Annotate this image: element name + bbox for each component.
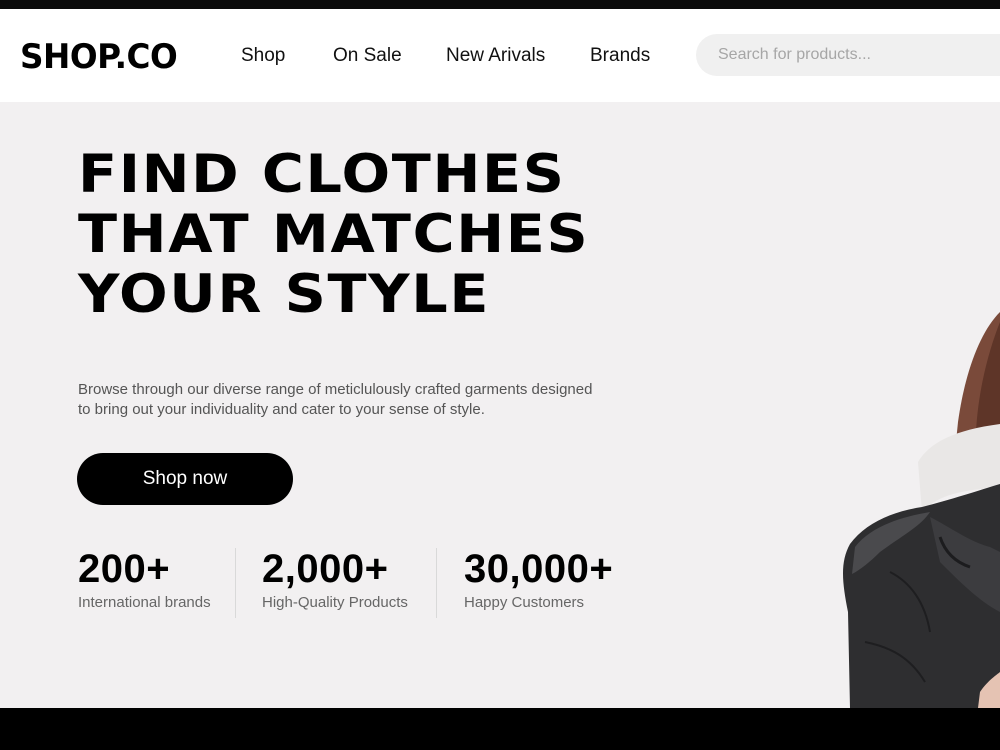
hero-headline-line: THAT MATCHES bbox=[78, 204, 590, 265]
site-logo[interactable]: SHOP.CO bbox=[20, 37, 178, 77]
nav-link-brands[interactable]: Brands bbox=[590, 44, 650, 68]
stat-international-brands: 200+ International brands bbox=[78, 546, 211, 614]
stat-divider bbox=[436, 548, 437, 618]
nav-link-shop[interactable]: Shop bbox=[241, 44, 285, 68]
stat-value: 2,000+ bbox=[262, 547, 389, 591]
hero-description-line: Browse through our diverse range of meti… bbox=[78, 381, 593, 398]
window-bottom-edge bbox=[0, 708, 1000, 750]
hero-headline-line: FIND CLOTHES bbox=[78, 144, 566, 205]
site-header: SHOP.CO Shop On Sale New Arivals Brands bbox=[0, 9, 1000, 102]
search-input[interactable] bbox=[696, 34, 1000, 76]
stat-divider bbox=[235, 548, 236, 618]
shop-now-button[interactable]: Shop now bbox=[77, 453, 293, 505]
stat-value: 30,000+ bbox=[464, 547, 614, 591]
stat-label: High-Quality Products bbox=[262, 594, 408, 611]
nav-link-new-arrivals[interactable]: New Arivals bbox=[446, 44, 545, 68]
hero-headline-line: YOUR STYLE bbox=[78, 264, 491, 325]
stat-value: 200+ bbox=[78, 547, 171, 591]
hero-model-image bbox=[843, 312, 1000, 708]
nav-link-on-sale[interactable]: On Sale bbox=[333, 44, 402, 68]
stat-label: Happy Customers bbox=[464, 594, 585, 611]
stat-happy-customers: 30,000+ Happy Customers bbox=[464, 546, 613, 614]
hero-description: Browse through our diverse range of meti… bbox=[78, 380, 618, 420]
hero-headline: FIND CLOTHES THAT MATCHES YOUR STYLE bbox=[78, 145, 589, 325]
stat-high-quality-products: 2,000+ High-Quality Products bbox=[262, 546, 408, 614]
hero-description-line: to bring out your individuality and cate… bbox=[78, 401, 485, 418]
stat-label: International brands bbox=[78, 594, 211, 611]
hero-section: FIND CLOTHES THAT MATCHES YOUR STYLE Bro… bbox=[0, 102, 1000, 708]
window-top-edge bbox=[0, 0, 1000, 9]
